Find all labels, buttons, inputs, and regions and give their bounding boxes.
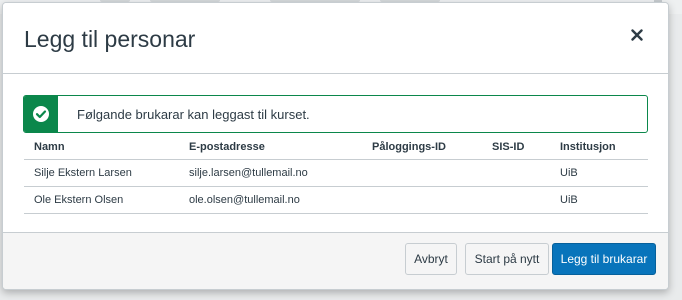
cancel-button[interactable]: Avbryt [405,243,457,275]
dialog-title: Legg til personar [24,26,196,52]
cell-email: ole.olsen@tullemail.no [179,186,362,214]
add-users-button[interactable]: Legg til brukarar [552,243,656,275]
column-header-login-id: Påloggings-ID [362,135,482,160]
table-header-row: Namn E-postadresse Påloggings-ID SIS-ID … [24,135,648,160]
users-table: Namn E-postadresse Påloggings-ID SIS-ID … [24,135,648,214]
success-alert: Følgande brukarar kan leggast til kurset… [23,95,648,133]
cell-sis-id [482,186,550,214]
cell-name: Silje Ekstern Larsen [24,159,179,187]
cell-institution: UiB [550,159,648,187]
cell-email: silje.larsen@tullemail.no [179,159,362,187]
dialog-footer: Avbryt Start på nytt Legg til brukarar [3,232,668,289]
cell-name: Ole Ekstern Olsen [24,186,179,214]
close-icon [631,28,643,41]
column-header-name: Namn [24,135,179,160]
cell-institution: UiB [550,186,648,214]
cell-sis-id [482,159,550,187]
dialog-header: Legg til personar [3,3,668,74]
column-header-sis-id: SIS-ID [482,135,550,160]
column-header-institution: Institusjon [550,135,648,160]
table-row: Ole Ekstern Olsen ole.olsen@tullemail.no… [24,186,648,214]
cell-login-id [362,159,482,187]
cell-login-id [362,186,482,214]
table-row: Silje Ekstern Larsen silje.larsen@tullem… [24,159,648,187]
add-people-dialog: Legg til personar Følgande brukarar kan … [2,2,669,290]
column-header-email: E-postadresse [179,135,362,160]
check-circle-icon [33,106,49,122]
alert-message: Følgande brukarar kan leggast til kurset… [77,107,310,122]
alert-icon-box [24,96,58,132]
start-over-button[interactable]: Start på nytt [465,243,549,275]
close-button[interactable] [628,25,646,47]
